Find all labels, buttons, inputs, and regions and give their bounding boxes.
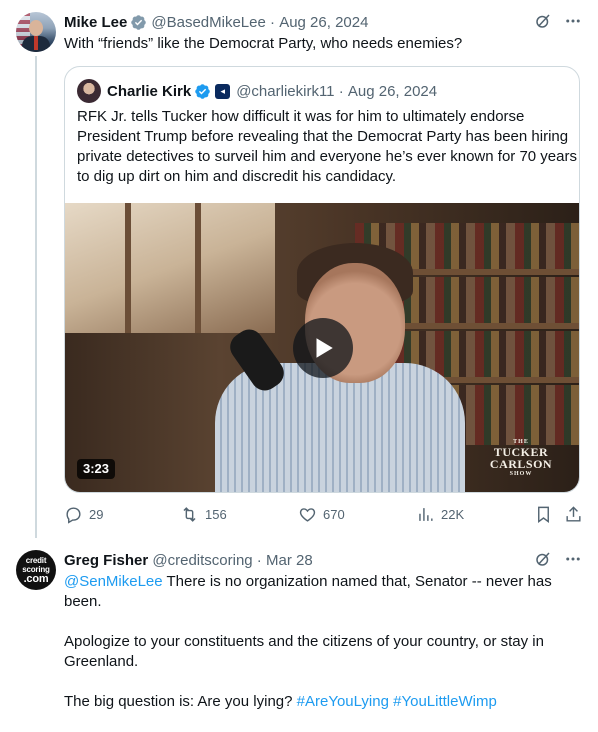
more-icon[interactable] [564,550,582,568]
quoted-tweet-header: Charlie Kirk ◂ @charliekirk11 · Aug 26, … [77,79,437,103]
grok-icon[interactable] [534,550,552,568]
like-button[interactable]: 670 [298,505,345,524]
repost-icon [183,507,196,522]
grok-icon[interactable] [534,12,552,30]
affiliation-badge-icon: ◂ [215,83,231,99]
play-icon [316,338,333,358]
share-button[interactable] [564,505,583,524]
more-icon[interactable] [564,12,582,30]
show-logo: THE TUCKER CARLSON SHOW [489,439,553,477]
tweet-top-actions [534,12,582,30]
mention-link[interactable]: @SenMikeLee [64,573,163,590]
avatar[interactable] [16,12,56,52]
reply-button[interactable]: 29 [64,505,103,524]
verified-badge-icon [131,14,147,30]
author-name[interactable]: Mike Lee [64,14,127,31]
share-icon [566,506,581,522]
thread-connector-line [35,56,37,538]
quoted-timestamp: Aug 26, 2024 [347,82,438,100]
video-player[interactable]: 3:23 THE TUCKER CARLSON SHOW [65,203,579,492]
like-icon [299,508,316,522]
tweet-paragraph: @SenMikeLee There is no organization nam… [64,573,552,610]
tweet-text: With “friends” like the Democrat Party, … [64,35,463,52]
play-button[interactable] [293,318,353,378]
author-name[interactable]: Greg Fisher [64,552,148,569]
author-handle[interactable]: @BasedMikeLee [151,14,265,31]
tweet-paragraph: The big question is: Are you lying? #Are… [64,693,497,710]
tweet-paragraph: Apologize to your constituents and the c… [64,633,544,670]
views-icon [419,508,433,521]
bookmark-icon [538,506,549,524]
views-button[interactable]: 22K [416,505,464,524]
views-count: 22K [441,507,465,522]
avatar[interactable]: credit scoring .com [16,550,56,590]
quoted-author-name: Charlie Kirk [107,82,192,100]
verified-badge-icon [195,83,210,99]
bookmark-button[interactable] [534,505,553,524]
like-count: 670 [323,507,345,522]
repost-button[interactable]: 156 [180,505,227,524]
tweet-header: Mike Lee @BasedMikeLee · Aug 26, 2024 [64,13,369,31]
timestamp[interactable]: Mar 28 [266,552,313,569]
quoted-author-handle: @charliekirk11 [236,82,335,100]
reply-count: 29 [89,507,104,522]
timestamp[interactable]: Aug 26, 2024 [279,14,368,31]
quoted-tweet-card[interactable]: Charlie Kirk ◂ @charliekirk11 · Aug 26, … [64,66,580,493]
quoted-tweet-text: RFK Jr. tells Tucker how difficult it wa… [77,108,577,185]
tweet-text: @SenMikeLee There is no organization nam… [64,572,582,732]
author-handle[interactable]: @creditscoring [152,552,252,569]
tweet-actions-bar: 29 156 670 22K [64,505,586,527]
quoted-avatar [77,79,101,103]
video-duration: 3:23 [77,459,116,479]
video-background-window [65,203,275,333]
tweet-header: Greg Fisher @creditscoring · Mar 28 [64,551,313,569]
reply-icon [66,507,81,524]
repost-count: 156 [205,507,227,522]
tweet-top-actions [534,550,582,568]
